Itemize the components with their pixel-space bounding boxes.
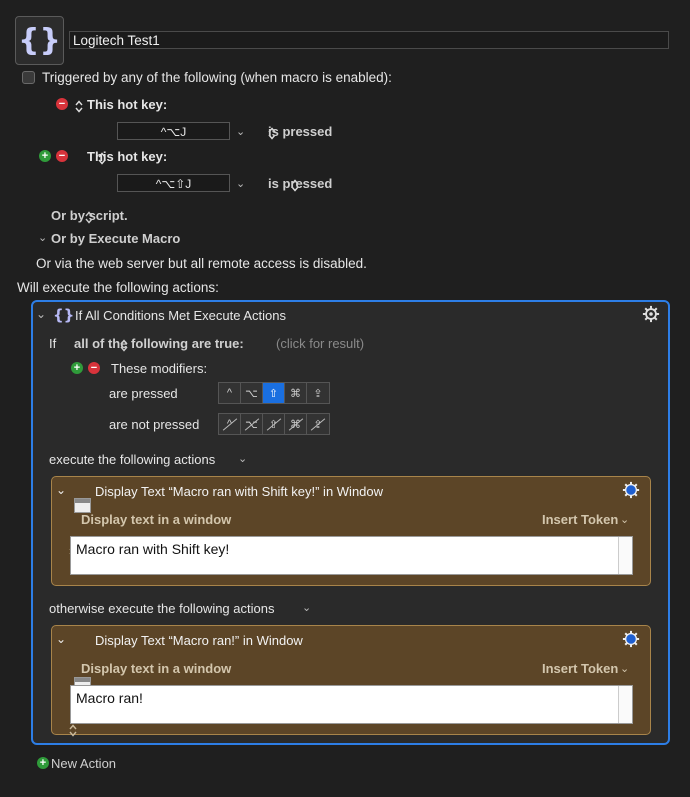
control-modifier-button[interactable]: ^ bbox=[219, 414, 241, 434]
insert-token-button[interactable]: Insert Token bbox=[542, 512, 618, 527]
display-text-value: Macro ran! bbox=[76, 690, 143, 706]
control-modifier-button[interactable]: ^ bbox=[219, 383, 241, 403]
remove-trigger-icon[interactable]: − bbox=[56, 98, 68, 110]
gear-icon[interactable] bbox=[622, 630, 640, 651]
condition-title: These modifiers: bbox=[111, 361, 208, 376]
scrollbar[interactable] bbox=[618, 686, 632, 723]
display-mode-popup[interactable]: Display text in a window bbox=[81, 661, 231, 676]
chevron-down-icon[interactable]: ⌄ bbox=[38, 231, 47, 244]
updown-arrows-icon[interactable] bbox=[69, 723, 77, 737]
or-by-execute-macro[interactable]: Or by Execute Macro bbox=[51, 231, 180, 246]
chevron-down-icon[interactable]: ⌄ bbox=[302, 601, 311, 614]
pressed-modifier-group: ^ ⌥ ⇧ ⌘ ⇪ bbox=[218, 382, 330, 404]
macro-name-field[interactable]: Logitech Test1 bbox=[69, 31, 669, 49]
actions-heading: Will execute the following actions: bbox=[17, 280, 219, 295]
display-text-value: Macro ran with Shift key! bbox=[76, 541, 230, 557]
option-modifier-button[interactable]: ⌥ bbox=[241, 383, 263, 403]
not-pressed-modifier-group: ^ ⌥ ⇧ ⌘ ⇪ bbox=[218, 413, 330, 435]
gear-icon[interactable] bbox=[642, 305, 660, 326]
disclosure-chevron-icon[interactable]: ⌄ bbox=[56, 483, 66, 497]
updown-arrows-icon[interactable] bbox=[75, 99, 83, 113]
remove-trigger-icon[interactable]: − bbox=[56, 150, 68, 162]
macro-icon[interactable]: {} bbox=[15, 16, 64, 65]
chevron-down-icon[interactable]: ⌄ bbox=[238, 452, 247, 465]
new-action-button[interactable]: New Action bbox=[51, 756, 116, 771]
condition-mode-popup[interactable]: all of the following are true: bbox=[74, 336, 244, 351]
triggered-label: Triggered by any of the following (when … bbox=[42, 70, 392, 85]
add-action-icon[interactable]: + bbox=[37, 757, 49, 769]
hotkey-label: This hot key: bbox=[87, 149, 168, 164]
disclosure-chevron-icon[interactable]: ⌄ bbox=[56, 632, 66, 646]
command-modifier-button[interactable]: ⌘ bbox=[285, 414, 307, 434]
action-title: Display Text “Macro ran with Shift key!”… bbox=[95, 484, 384, 499]
else-actions-label[interactable]: otherwise execute the following actions bbox=[49, 601, 274, 616]
gear-icon[interactable] bbox=[622, 481, 640, 502]
hotkey-state-popup[interactable]: is pressed bbox=[268, 124, 332, 139]
or-by-script[interactable]: Or by script. bbox=[51, 208, 128, 223]
hotkey-field[interactable]: ^⌥J bbox=[117, 122, 230, 140]
curly-braces-icon: {} bbox=[53, 306, 75, 324]
window-icon bbox=[74, 498, 91, 513]
then-actions-label[interactable]: execute the following actions bbox=[49, 452, 215, 467]
caps-lock-modifier-button[interactable]: ⇪ bbox=[307, 414, 329, 434]
web-server-note: Or via the web server but all remote acc… bbox=[36, 256, 367, 271]
hotkey-state-popup[interactable]: is pressed bbox=[268, 176, 332, 191]
if-word: If bbox=[49, 336, 57, 351]
option-modifier-button[interactable]: ⌥ bbox=[241, 414, 263, 434]
hotkey-field[interactable]: ^⌥⇧J bbox=[117, 174, 230, 192]
display-text-input[interactable]: Macro ran! bbox=[70, 685, 633, 724]
hotkey-label: This hot key: bbox=[87, 97, 168, 112]
curly-braces-icon: {} bbox=[18, 23, 61, 58]
shift-modifier-button[interactable]: ⇧ bbox=[263, 414, 285, 434]
add-trigger-icon[interactable]: + bbox=[39, 150, 51, 162]
are-pressed-label: are pressed bbox=[109, 386, 178, 401]
if-action-title: If All Conditions Met Execute Actions bbox=[75, 308, 286, 323]
click-for-result[interactable]: (click for result) bbox=[276, 336, 364, 351]
display-text-input[interactable]: Macro ran with Shift key! bbox=[70, 536, 633, 575]
chevron-down-icon[interactable]: ⌄ bbox=[620, 662, 629, 675]
insert-token-button[interactable]: Insert Token bbox=[542, 661, 618, 676]
are-not-pressed-label: are not pressed bbox=[109, 417, 200, 432]
action-title: Display Text “Macro ran!” in Window bbox=[95, 633, 303, 648]
chevron-down-icon[interactable]: ⌄ bbox=[236, 177, 245, 190]
command-modifier-button[interactable]: ⌘ bbox=[285, 383, 307, 403]
display-mode-popup[interactable]: Display text in a window bbox=[81, 512, 231, 527]
caps-lock-modifier-button[interactable]: ⇪ bbox=[307, 383, 329, 403]
shift-modifier-button[interactable]: ⇧ bbox=[263, 383, 285, 403]
remove-condition-icon[interactable]: − bbox=[88, 362, 100, 374]
add-condition-icon[interactable]: + bbox=[71, 362, 83, 374]
chevron-down-icon[interactable]: ⌄ bbox=[236, 125, 245, 138]
triggered-checkbox[interactable] bbox=[22, 71, 35, 84]
scrollbar[interactable] bbox=[618, 537, 632, 574]
chevron-down-icon[interactable]: ⌄ bbox=[620, 513, 629, 526]
disclosure-chevron-icon[interactable]: ⌄ bbox=[36, 307, 46, 321]
